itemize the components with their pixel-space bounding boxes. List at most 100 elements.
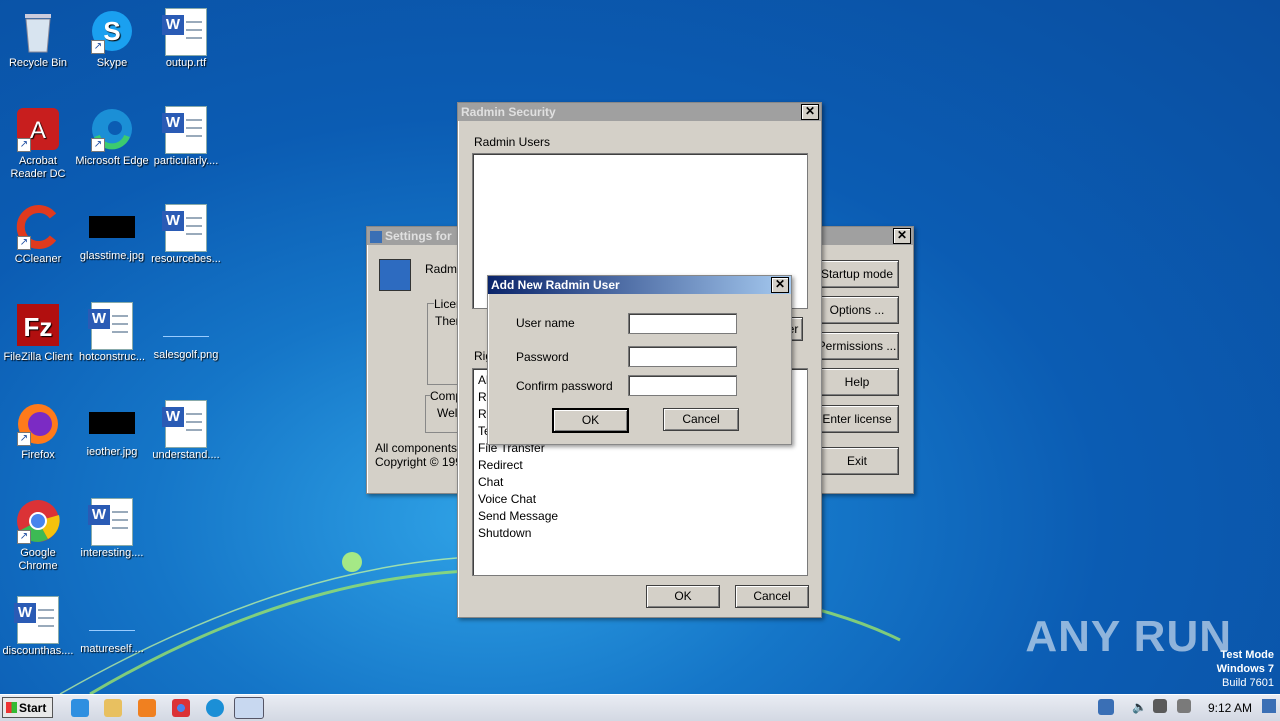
desktop-icon-label: resourcebes... (151, 253, 221, 265)
desktop-icon-label: matureself.... (80, 643, 144, 655)
shortcut-arrow-icon: ↗ (17, 432, 31, 446)
volume-icon[interactable]: 🔈 (1132, 700, 1147, 714)
security-cancel-button[interactable]: Cancel (735, 585, 809, 608)
taskbar: Start 🔈 9:12 AM (0, 694, 1280, 721)
shortcut-arrow-icon: ↗ (91, 138, 105, 152)
desktop-icon-recycle-bin[interactable]: Recycle Bin (0, 8, 76, 70)
rights-item[interactable]: Send Message (478, 509, 558, 523)
svg-text:S: S (103, 16, 120, 46)
rights-item[interactable]: R (478, 390, 487, 404)
explorer-taskbar-icon[interactable] (104, 699, 122, 717)
desktop-icon-salesgolf[interactable]: salesgolf.png (148, 302, 224, 362)
help-button[interactable]: Help (815, 368, 899, 396)
license-text: Ther (435, 314, 460, 328)
media-player-taskbar-icon[interactable] (138, 699, 156, 717)
word-document-icon: W (88, 302, 135, 350)
svg-text:Fz: Fz (24, 312, 53, 342)
security-titlebar[interactable]: Radmin Security ✕ (458, 103, 821, 121)
rights-item[interactable]: Redirect (478, 458, 523, 472)
radmin-label: Radmi (425, 262, 460, 276)
windows-logo-icon (6, 702, 17, 713)
network-icon[interactable] (1153, 699, 1167, 713)
desktop-icon-chrome[interactable]: ↗ Google Chrome (0, 498, 76, 573)
add-user-cancel-button[interactable]: Cancel (663, 408, 739, 431)
security-close-button[interactable]: ✕ (801, 104, 819, 120)
desktop-icon-outup[interactable]: W outup.rtf (148, 8, 224, 70)
desktop-icon-ccleaner[interactable]: ↗ CCleaner (0, 204, 76, 266)
desktop-icon-filezilla[interactable]: Fz FileZilla Client (0, 302, 76, 364)
filezilla-icon: Fz (15, 302, 61, 348)
radmin-taskbar-button[interactable] (234, 697, 264, 719)
desktop: Recycle Bin A ↗ Acrobat Reader DC ↗ CCle… (0, 0, 1280, 694)
desktop-icon-discounthas[interactable]: W discounthas.... (0, 596, 76, 658)
desktop-icon-edge[interactable]: ↗ Microsoft Edge (74, 106, 150, 168)
rights-item[interactable]: Voice Chat (478, 492, 536, 506)
options-button[interactable]: Options ... (815, 296, 899, 324)
add-user-dialog: Add New Radmin User ✕ User name Password… (487, 275, 792, 445)
svg-text:A: A (30, 117, 46, 144)
rights-item[interactable]: Chat (478, 475, 503, 489)
test-mode-line1: Test Mode (1220, 649, 1274, 661)
rights-item[interactable]: Shutdown (478, 526, 531, 540)
desktop-icon-label: salesgolf.png (153, 349, 219, 361)
desktop-icon-acrobat[interactable]: A ↗ Acrobat Reader DC (0, 106, 76, 181)
confirm-password-label: Confirm password (516, 379, 613, 393)
edge-taskbar-icon[interactable] (206, 699, 224, 717)
desktop-icon-understand[interactable]: W understand.... (148, 400, 224, 462)
desktop-icon-particularly[interactable]: W particularly.... (148, 106, 224, 168)
test-mode-text: Test Mode Windows 7 Build 7601 (1217, 648, 1274, 690)
settings-close-button[interactable]: ✕ (893, 228, 911, 244)
desktop-icon-label: interesting.... (80, 547, 144, 559)
shortcut-arrow-icon: ↗ (17, 236, 31, 250)
chrome-icon: ↗ (15, 498, 61, 544)
action-center-flag-icon[interactable] (1177, 699, 1191, 713)
desktop-icon-label: particularly.... (153, 155, 219, 167)
image-file-icon (89, 216, 135, 238)
username-label: User name (516, 316, 575, 330)
radmin-small-icon (370, 230, 382, 243)
desktop-icon-skype[interactable]: S ↗ Skype (74, 8, 150, 70)
desktop-icon-glasstime[interactable]: glasstime.jpg (74, 204, 150, 263)
test-mode-line2: Windows 7 (1216, 663, 1274, 675)
ie-taskbar-icon[interactable] (71, 699, 89, 717)
chrome-taskbar-icon[interactable] (172, 699, 190, 717)
desktop-icon-firefox[interactable]: ↗ Firefox (0, 400, 76, 462)
add-user-close-button[interactable]: ✕ (771, 277, 789, 293)
exit-button[interactable]: Exit (815, 447, 899, 475)
desktop-icon-label: ieother.jpg (86, 446, 138, 458)
desktop-icon-ieother[interactable]: ieother.jpg (74, 400, 150, 459)
start-button[interactable]: Start (2, 697, 53, 718)
security-ok-button[interactable]: OK (646, 585, 720, 608)
startup-mode-button[interactable]: Startup mode ... (815, 260, 899, 307)
all-components-text: All components fr (375, 441, 468, 455)
username-field[interactable] (628, 313, 737, 334)
radmin-logo-icon (379, 259, 411, 291)
desktop-icon-hotconstruc[interactable]: W hotconstruc... (74, 302, 150, 364)
edge-icon: ↗ (89, 106, 135, 152)
desktop-icon-matureself[interactable]: matureself.... (74, 596, 150, 656)
word-document-icon: W (162, 204, 209, 252)
firefox-icon: ↗ (15, 400, 61, 446)
test-mode-line3: Build 7601 (1222, 677, 1274, 689)
shortcut-arrow-icon: ↗ (17, 530, 31, 544)
radmin-tray-icon[interactable] (1098, 699, 1114, 715)
rights-item[interactable]: R (478, 407, 487, 421)
clock[interactable]: 9:12 AM (1208, 701, 1252, 715)
add-user-titlebar[interactable]: Add New Radmin User ✕ (488, 276, 791, 294)
acrobat-icon: A ↗ (15, 106, 61, 152)
password-field[interactable] (628, 346, 737, 367)
desktop-icon-label: discounthas.... (2, 645, 74, 657)
image-file-icon (89, 412, 135, 434)
word-document-icon: W (162, 8, 209, 56)
permissions-button[interactable]: Permissions ... (815, 332, 899, 360)
word-document-icon: W (162, 106, 209, 154)
add-user-ok-button[interactable]: OK (552, 408, 629, 433)
recycle-bin-icon (15, 8, 61, 54)
confirm-password-field[interactable] (628, 375, 737, 396)
desktop-icon-interesting[interactable]: W interesting.... (74, 498, 150, 560)
desktop-icon-resourcebes[interactable]: W resourcebes... (148, 204, 224, 266)
enter-license-button[interactable]: Enter license (815, 405, 899, 433)
show-desktop-button[interactable] (1262, 699, 1276, 713)
desktop-icon-label: Microsoft Edge (75, 155, 149, 167)
desktop-icon-label: FileZilla Client (3, 351, 73, 363)
